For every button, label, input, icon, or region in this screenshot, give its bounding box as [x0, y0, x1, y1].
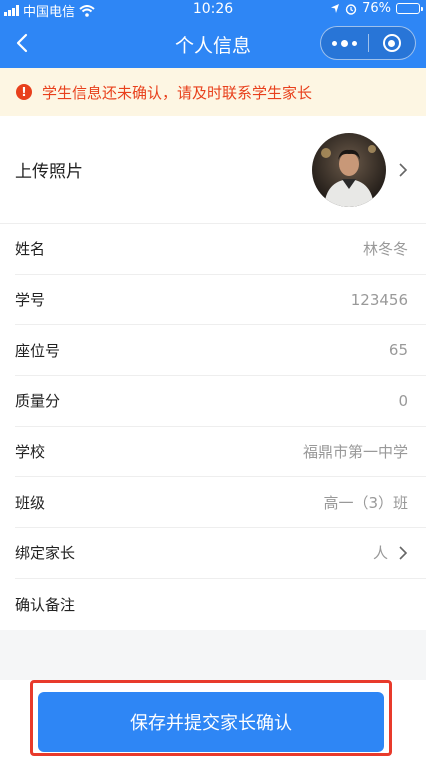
field-value: 65	[388, 341, 408, 360]
field-label: 确认备注	[15, 595, 76, 614]
upload-photo-label: 上传照片	[15, 162, 83, 182]
field-seat-number: 座位号 65	[15, 325, 426, 377]
field-value-wrap: 人	[373, 542, 408, 563]
status-bar: 中国电信 10:26 76%	[0, 0, 426, 20]
field-student-id: 学号 123456	[15, 275, 426, 326]
field-value: 123456	[350, 290, 408, 309]
mini-program-capsule	[320, 26, 416, 60]
alarm-icon	[345, 3, 357, 15]
avatar[interactable]	[312, 132, 386, 207]
nav-bar: 个人信息	[0, 18, 426, 68]
field-value: 林冬冬	[362, 240, 408, 259]
student-info-list: 上传照片 姓名 林冬冬 学号 123456 座位号 65 质量分 0 学校 福鼎…	[0, 116, 426, 630]
bottom-bar: 保存并提交家长确认	[0, 680, 426, 759]
warning-text: 学生信息还未确认，请及时联系学生家长	[42, 83, 313, 102]
chevron-right-icon	[398, 546, 408, 560]
status-right: 76%	[330, 1, 423, 16]
field-school: 学校 福鼎市第一中学	[15, 427, 426, 478]
close-button[interactable]	[369, 34, 416, 52]
warning-icon: !	[16, 84, 32, 100]
field-label: 班级	[15, 493, 46, 512]
field-value: 福鼎市第一中学	[302, 443, 408, 462]
field-label: 质量分	[15, 392, 61, 411]
field-label: 姓名	[15, 240, 46, 259]
field-label: 绑定家长	[15, 544, 76, 563]
target-icon	[382, 34, 401, 52]
field-label: 学号	[15, 291, 46, 310]
submit-parent-confirm-button[interactable]: 保存并提交家长确认	[38, 692, 384, 752]
upload-photo-row[interactable]: 上传照片	[0, 116, 426, 224]
field-value: 0	[398, 391, 408, 410]
battery-percent: 76%	[362, 1, 391, 16]
field-label: 座位号	[15, 341, 61, 360]
field-value: 高一（3）班	[323, 493, 408, 512]
more-button[interactable]	[321, 39, 368, 47]
field-label: 学校	[15, 443, 46, 462]
field-value: 人	[372, 544, 388, 563]
field-quality-score: 质量分 0	[15, 376, 426, 427]
field-bound-parent[interactable]: 绑定家长 人	[15, 528, 426, 579]
field-confirm-note[interactable]: 确认备注	[15, 579, 426, 630]
warning-banner: ! 学生信息还未确认，请及时联系学生家长	[0, 68, 426, 116]
chevron-right-icon	[398, 162, 408, 177]
battery-icon	[396, 3, 423, 14]
field-name: 姓名 林冬冬	[15, 224, 426, 275]
location-icon	[331, 4, 340, 13]
field-class: 班级 高一（3）班	[15, 477, 426, 529]
